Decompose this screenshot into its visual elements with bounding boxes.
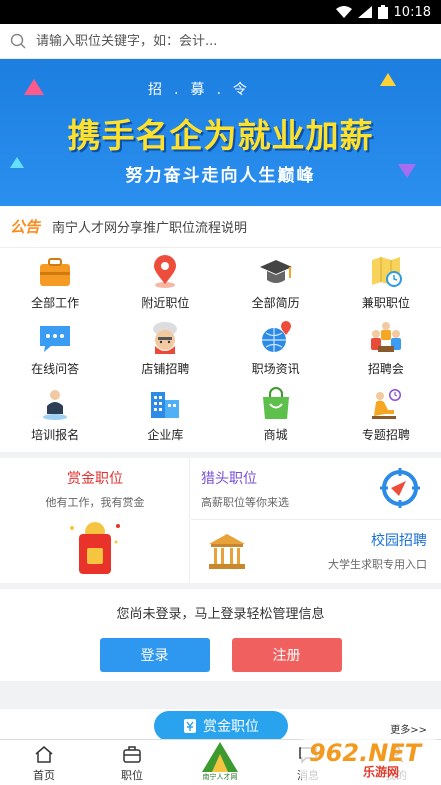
tab-label: 职位 <box>121 769 143 782</box>
headhunter-jobs-card[interactable]: 猎头职位 高薪职位等你来选 <box>191 458 441 520</box>
headhunter-desc: 高薪职位等你来选 <box>201 496 289 509</box>
search-icon <box>10 33 26 49</box>
login-panel: 您尚未登录，马上登录轻松管理信息 登录 注册 <box>0 589 441 681</box>
search-input[interactable] <box>36 33 416 49</box>
category-grid: 全部工作 附近职位 全部简历 兼职职位 在线问答 店铺招聘 职场资讯 招聘会 培… <box>0 248 441 452</box>
grid-item-label: 全部简历 <box>251 296 300 310</box>
bounty-jobs-card[interactable]: 赏金职位 他有工作，我有赏金 <box>0 458 190 583</box>
campus-title: 校园招聘 <box>371 533 427 549</box>
decor-triangle <box>380 73 396 86</box>
grid-item-label: 在线问答 <box>31 362 80 376</box>
banner-subline: 努力奋斗走向人生巅峰 <box>125 166 316 186</box>
battery-icon <box>377 5 388 19</box>
yuan-coin-icon <box>184 719 196 733</box>
campus-recruit-card[interactable]: 校园招聘 大学生求职专用入口 <box>191 520 441 583</box>
grid-item-label: 店铺招聘 <box>141 362 190 376</box>
bounty-desc: 他有工作，我有赏金 <box>45 496 145 509</box>
graduation-cap-icon <box>259 260 292 283</box>
status-time: 10:18 <box>393 4 431 20</box>
globe-pin-icon <box>261 321 291 352</box>
grid-item-label: 职场资讯 <box>251 362 300 376</box>
grid-item-label: 培训报名 <box>31 428 80 442</box>
tab-home[interactable]: 首页 <box>0 740 88 785</box>
grid-item-company-library[interactable]: 企业库 <box>110 386 220 452</box>
tab-label: 首页 <box>33 769 55 782</box>
search-bar[interactable] <box>0 24 441 59</box>
grid-item-shop-recruit[interactable]: 店铺招聘 <box>110 320 220 386</box>
red-envelope-icon <box>70 522 120 574</box>
grid-item-job-fair[interactable]: 招聘会 <box>331 320 441 386</box>
login-message: 您尚未登录，马上登录轻松管理信息 <box>116 607 325 622</box>
headhunter-title: 猎头职位 <box>201 471 257 487</box>
people-meeting-icon <box>370 322 401 352</box>
buildings-icon <box>151 392 180 418</box>
bounty-section-header: 赏金职位 更多>> <box>0 709 441 741</box>
bounty-title: 赏金职位 <box>67 471 123 487</box>
signal-icon <box>357 6 372 18</box>
register-button[interactable]: 注册 <box>231 638 342 672</box>
bounty-section-pill[interactable]: 赏金职位 <box>154 711 288 741</box>
grid-item-label: 附近职位 <box>141 296 190 310</box>
grid-item-label: 专题招聘 <box>361 428 410 442</box>
grid-item-special-recruit[interactable]: 专题招聘 <box>331 386 441 452</box>
map-clock-icon <box>371 257 402 287</box>
brand-logo-icon <box>202 742 238 772</box>
tab-brand[interactable]: 南宁人才网 <box>176 740 264 785</box>
briefcase-icon <box>40 258 71 286</box>
grid-item-parttime-jobs[interactable]: 兼职职位 <box>331 254 441 320</box>
target-compass-icon <box>380 468 420 508</box>
banner-headline: 携手名企为就业加薪 <box>67 116 374 155</box>
location-pin-icon <box>154 255 177 288</box>
person-clock-icon <box>371 389 401 419</box>
home-icon <box>35 746 53 763</box>
banner[interactable]: 招.募.令 携手名企为就业加薪 努力奋斗走向人生巅峰 <box>0 59 441 206</box>
watermark-sub: 乐游网 <box>363 765 400 779</box>
tab-jobs[interactable]: 职位 <box>88 740 176 785</box>
grid-item-label: 商城 <box>263 428 288 442</box>
login-button[interactable]: 登录 <box>99 638 210 672</box>
status-bar: 10:18 <box>0 0 441 24</box>
promo-panel: 赏金职位 他有工作，我有赏金 猎头职位 高薪职位等你来选 校园招聘 大学生求职专… <box>0 458 441 583</box>
banner-tag: 招.募.令 <box>148 82 259 98</box>
notice-logo: 公告 <box>10 218 41 236</box>
decor-triangle <box>24 79 44 95</box>
notice-text[interactable]: 南宁人才网分享推广职位流程说明 <box>52 217 247 236</box>
grid-item-online-qa[interactable]: 在线问答 <box>0 320 110 386</box>
notice-bar[interactable]: 公告 南宁人才网分享推广职位流程说明 <box>0 206 441 248</box>
shopping-bag-icon <box>262 387 289 419</box>
grid-item-all-jobs[interactable]: 全部工作 <box>0 254 110 320</box>
university-building-icon <box>209 534 245 569</box>
grid-item-label: 招聘会 <box>367 362 404 376</box>
person-training-icon <box>43 390 68 420</box>
grid-item-label: 企业库 <box>147 428 184 442</box>
campus-desc: 大学生求职专用入口 <box>328 558 427 571</box>
chat-bubble-icon <box>40 326 71 352</box>
grid-item-all-resumes[interactable]: 全部简历 <box>221 254 331 320</box>
bounty-section-label: 赏金职位 <box>203 719 259 735</box>
briefcase-outline-icon <box>123 746 141 763</box>
tab-label: 南宁人才网 <box>202 773 238 781</box>
grid-item-label: 兼职职位 <box>361 296 410 310</box>
grid-item-training[interactable]: 培训报名 <box>0 386 110 452</box>
chef-icon <box>153 322 178 354</box>
grid-item-nearby-jobs[interactable]: 附近职位 <box>110 254 220 320</box>
more-link[interactable]: 更多>> <box>390 721 427 736</box>
grid-item-career-news[interactable]: 职场资讯 <box>221 320 331 386</box>
grid-item-label: 全部工作 <box>31 296 80 310</box>
wifi-icon <box>335 6 352 18</box>
watermark: 962.NET 乐游网 <box>301 739 437 781</box>
grid-item-mall[interactable]: 商城 <box>221 386 331 452</box>
